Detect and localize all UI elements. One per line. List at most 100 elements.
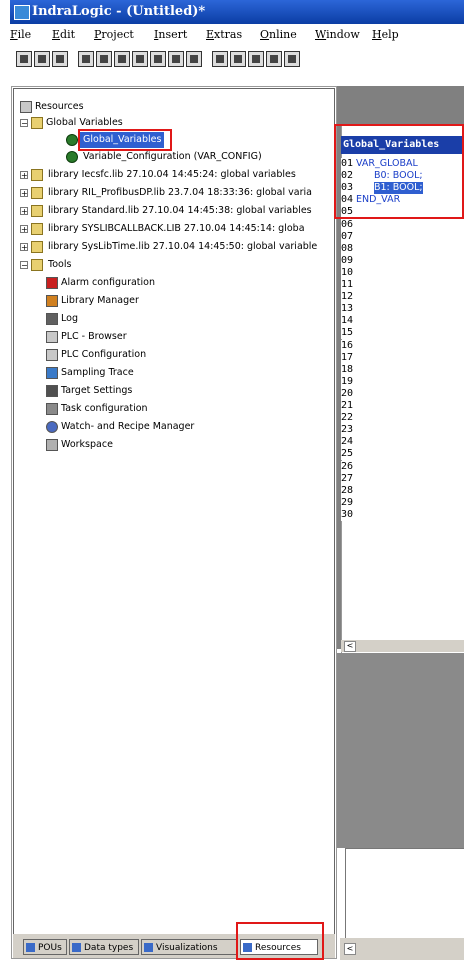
tree-item-label: library RIL_ProfibusDP.lib 23.7.04 18:33… xyxy=(48,187,312,198)
menu-help[interactable]: Help xyxy=(372,28,399,41)
visualizations-icon xyxy=(144,943,153,952)
cut-icon[interactable] xyxy=(212,51,228,67)
tab-highlight-box xyxy=(236,922,324,960)
tree-item-label: PLC Configuration xyxy=(61,349,147,360)
stop-icon[interactable] xyxy=(132,51,148,67)
line-number: 28 xyxy=(341,484,355,497)
target-settings-icon xyxy=(46,385,58,397)
menu-bar: File Edit Project Insert Extras Online W… xyxy=(10,25,464,45)
data-types-icon xyxy=(72,943,81,952)
line-number: 18 xyxy=(341,363,355,376)
tree-item-label: Task configuration xyxy=(61,403,148,414)
monitor-icon[interactable] xyxy=(186,51,202,67)
collapse-icon[interactable]: − xyxy=(20,119,28,128)
tree-item-label: Library Manager xyxy=(61,295,139,306)
tab-data-types[interactable]: Data types xyxy=(69,939,139,955)
save-icon[interactable] xyxy=(52,51,68,67)
line-number: 07 xyxy=(341,230,355,243)
tree-item-label: Log xyxy=(61,313,78,324)
editor-highlight-box xyxy=(334,124,464,219)
open-icon[interactable] xyxy=(34,51,50,67)
sampling-trace-icon xyxy=(46,367,58,379)
tree-item-label: Watch- and Recipe Manager xyxy=(61,421,195,432)
line-number: 27 xyxy=(341,472,355,485)
menu-project[interactable]: Project xyxy=(94,28,134,41)
tab-pous[interactable]: POUs xyxy=(23,939,67,955)
line-number: 20 xyxy=(341,387,355,400)
message-window[interactable] xyxy=(345,848,464,942)
line-number: 09 xyxy=(341,254,355,267)
tree-item-label: Alarm configuration xyxy=(61,277,155,288)
line-number: 13 xyxy=(341,303,355,316)
folder-icon xyxy=(31,117,43,129)
workspace-background-lower xyxy=(337,653,464,848)
line-number: 15 xyxy=(341,327,355,340)
line-number: 22 xyxy=(341,412,355,425)
library-manager-icon xyxy=(46,295,58,307)
folder-icon xyxy=(31,223,43,235)
run-icon[interactable] xyxy=(114,51,130,67)
find-next-icon[interactable] xyxy=(284,51,300,67)
line-number: 25 xyxy=(341,448,355,461)
menu-edit[interactable]: Edit xyxy=(52,28,75,41)
log-icon xyxy=(46,313,58,325)
build-icon[interactable] xyxy=(78,51,94,67)
plc-browser-icon xyxy=(46,331,58,343)
scroll-left-icon[interactable]: < xyxy=(344,943,356,955)
workspace-icon xyxy=(46,439,58,451)
resources-tree[interactable]: Resources − Global Variables Global_Vari… xyxy=(13,88,335,943)
toolbar xyxy=(10,46,464,72)
folder-icon xyxy=(31,187,43,199)
paste-icon[interactable] xyxy=(248,51,264,67)
watch-icon xyxy=(46,421,58,433)
tab-visualizations[interactable]: Visualizations xyxy=(141,939,237,955)
folder-icon xyxy=(31,169,43,181)
menu-insert[interactable]: Insert xyxy=(154,28,187,41)
copy-icon[interactable] xyxy=(230,51,246,67)
line-number: 29 xyxy=(341,496,355,509)
globe-icon xyxy=(66,151,78,163)
tree-item-label: Sampling Trace xyxy=(61,367,134,378)
menu-online[interactable]: Online xyxy=(260,28,297,41)
tree-item-global-variables[interactable]: Global_Variables xyxy=(14,132,335,148)
menu-window[interactable]: Window xyxy=(315,28,360,41)
tree-item-label: Variable_Configuration (VAR_CONFIG) xyxy=(83,151,262,162)
tree-root-label: Resources xyxy=(35,101,84,112)
scroll-left-icon[interactable]: < xyxy=(344,641,356,652)
tree-item-label: Target Settings xyxy=(61,385,133,396)
line-number: 17 xyxy=(341,351,355,364)
breakpoint-icon[interactable] xyxy=(168,51,184,67)
expand-icon[interactable]: + xyxy=(20,171,28,180)
login-icon[interactable] xyxy=(96,51,112,67)
tree-item-label: PLC - Browser xyxy=(61,331,127,342)
menu-extras[interactable]: Extras xyxy=(206,28,242,41)
expand-icon[interactable]: + xyxy=(20,243,28,252)
step-icon[interactable] xyxy=(150,51,166,67)
tab-label: Visualizations xyxy=(156,943,218,953)
line-number: 08 xyxy=(341,242,355,255)
new-icon[interactable] xyxy=(16,51,32,67)
tree-item-label: library SysLibTime.lib 27.10.04 14:45:50… xyxy=(48,241,318,252)
collapse-icon[interactable]: − xyxy=(20,261,28,270)
line-number: 14 xyxy=(341,315,355,328)
folder-label: Tools xyxy=(48,259,72,270)
folder-icon xyxy=(31,259,43,271)
expand-icon[interactable]: + xyxy=(20,207,28,216)
menu-file[interactable]: File xyxy=(10,28,31,41)
pous-icon xyxy=(26,943,35,952)
line-number: 23 xyxy=(341,424,355,437)
globe-icon xyxy=(66,134,78,146)
tree-item-label: library Standard.lib 27.10.04 14:45:38: … xyxy=(48,205,312,216)
line-number: 19 xyxy=(341,375,355,388)
find-icon[interactable] xyxy=(266,51,282,67)
expand-icon[interactable]: + xyxy=(20,189,28,198)
line-number: 16 xyxy=(341,339,355,352)
line-number: 24 xyxy=(341,436,355,449)
message-scrollbar[interactable]: < xyxy=(340,938,464,960)
highlight-box xyxy=(78,129,172,151)
expand-icon[interactable]: + xyxy=(20,225,28,234)
task-configuration-icon xyxy=(46,403,58,415)
resources-icon xyxy=(20,101,32,113)
editor-scrollbar[interactable]: < xyxy=(341,640,464,652)
line-number: 21 xyxy=(341,400,355,412)
